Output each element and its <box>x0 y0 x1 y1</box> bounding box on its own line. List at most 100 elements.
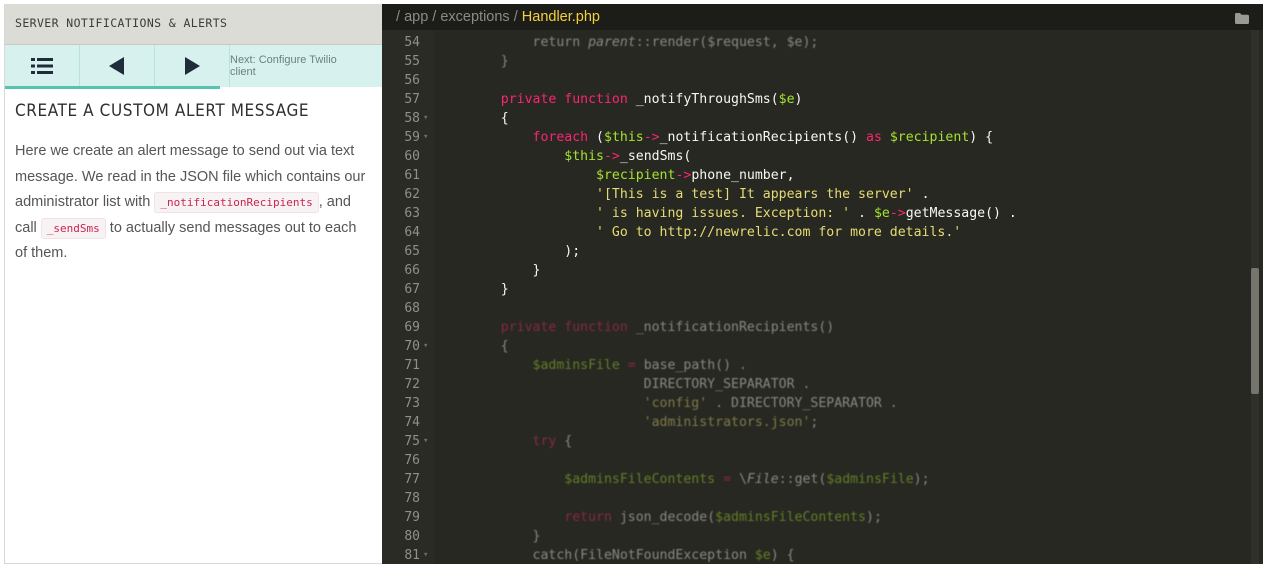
code-token: $adminsFile <box>826 472 914 487</box>
code-text: return parent::render($request, $e); <box>469 33 819 52</box>
code-line[interactable]: 78 <box>382 489 1263 508</box>
folder-icon[interactable] <box>1235 12 1249 28</box>
code-token: ::render($request, $e); <box>635 35 819 50</box>
line-number: 69 <box>404 320 420 335</box>
code-token: = <box>627 358 644 373</box>
code-line[interactable]: 70 ▾ { <box>382 337 1263 356</box>
fold-toggle-icon[interactable]: ▾ <box>423 546 428 564</box>
code-line[interactable]: 76 <box>382 451 1263 470</box>
line-number: 74 <box>404 415 420 430</box>
code-text: private function _notificationRecipients… <box>469 318 834 337</box>
triangle-right-icon <box>185 57 200 75</box>
code-text: ' Go to http://newrelic.com for more det… <box>469 223 961 242</box>
code-line[interactable]: 57 private function _notifyThroughSms($e… <box>382 90 1263 109</box>
code-line[interactable]: 81 ▾ catch(FileNotFoundException $e) { <box>382 546 1263 564</box>
code-token: $this <box>469 149 604 164</box>
code-text: ); <box>469 242 580 261</box>
code-token: $adminsFileContents <box>469 472 724 487</box>
code-text: $adminsFileContents = \File::get($admins… <box>469 470 930 489</box>
tutorial-nav: Next: Configure Twilio client <box>5 45 382 89</box>
code-token: $recipient <box>469 168 676 183</box>
code-token: _notificationRecipients() <box>659 130 867 145</box>
line-number: 67 <box>404 282 420 297</box>
code-token: return <box>469 510 620 525</box>
code-text: $this->_sendSms( <box>469 147 691 166</box>
code-area[interactable]: 54 return parent::render($request, $e); 5… <box>382 30 1263 564</box>
line-number: 63 <box>404 206 420 221</box>
code-token: } <box>469 263 541 278</box>
code-token: $e <box>778 92 795 107</box>
code-line[interactable]: 71 $adminsFile = base_path() . <box>382 356 1263 375</box>
code-token: ); <box>913 472 930 487</box>
line-number: 55 <box>404 54 420 69</box>
breadcrumb-dir-app[interactable]: app <box>404 9 428 25</box>
list-icon <box>31 58 53 74</box>
code-line[interactable]: 63 ' is having issues. Exception: ' . $e… <box>382 204 1263 223</box>
breadcrumb-dir-exceptions[interactable]: exceptions <box>440 9 509 25</box>
code-token: _notificationRecipients() <box>635 320 835 335</box>
line-number: 78 <box>404 491 420 506</box>
code-token: . DIRECTORY_SEPARATOR . <box>715 396 898 411</box>
code-token: ::get( <box>778 472 827 487</box>
code-text: { <box>469 337 509 356</box>
previous-step-button[interactable] <box>80 45 155 87</box>
vertical-scrollbar-thumb[interactable] <box>1251 268 1259 394</box>
tutorial-header: SERVER NOTIFICATIONS & ALERTS <box>5 4 382 45</box>
step-title: CREATE A CUSTOM ALERT MESSAGE <box>15 101 310 121</box>
code-token: as <box>866 130 890 145</box>
code-text: } <box>469 527 541 546</box>
code-line[interactable]: 80 } <box>382 527 1263 546</box>
breadcrumb-separator: / <box>396 9 405 25</box>
fold-toggle-icon[interactable]: ▾ <box>423 432 428 451</box>
code-token: _sendSms( <box>619 149 692 164</box>
line-number: 61 <box>404 168 420 183</box>
code-line[interactable]: 75 ▾ try { <box>382 432 1263 451</box>
code-line[interactable]: 67 } <box>382 280 1263 299</box>
line-number: 54 <box>404 35 420 50</box>
code-line[interactable]: 56 <box>382 71 1263 90</box>
code-line[interactable]: 79 return json_decode($adminsFileContent… <box>382 508 1263 527</box>
code-line[interactable]: 55 } <box>382 52 1263 71</box>
code-token: \ <box>738 472 747 487</box>
code-line[interactable]: 62 '[This is a test] It appears the serv… <box>382 185 1263 204</box>
code-line[interactable]: 74 'administrators.json'; <box>382 413 1263 432</box>
code-token: phone_number, <box>691 168 795 183</box>
code-line[interactable]: 66 } <box>382 261 1263 280</box>
code-line[interactable]: 60 $this->_sendSms( <box>382 147 1263 166</box>
code-token: -> <box>889 206 906 221</box>
code-token: foreach <box>469 130 597 145</box>
code-editor: / app / exceptions / Handler.php 54 retu… <box>382 4 1263 564</box>
code-token: base_path() . <box>643 358 747 373</box>
code-text: { <box>469 109 509 128</box>
next-step-button[interactable] <box>155 45 230 87</box>
tutorial-progress-bar <box>5 86 220 89</box>
tutorial-panel: SERVER NOTIFICATIONS & ALERTS Next: Conf… <box>4 4 382 564</box>
code-line[interactable]: 77 $adminsFileContents = \File::get($adm… <box>382 470 1263 489</box>
breadcrumb-separator: / <box>428 9 441 25</box>
breadcrumb-file[interactable]: Handler.php <box>522 9 600 25</box>
code-line[interactable]: 59 ▾ foreach ($this->_notificationRecipie… <box>382 128 1263 147</box>
code-line[interactable]: 65 ); <box>382 242 1263 261</box>
code-line[interactable]: 69 private function _notificationRecipie… <box>382 318 1263 337</box>
code-line[interactable]: 54 return parent::render($request, $e); <box>382 33 1263 52</box>
code-token: $e <box>873 206 890 221</box>
code-line[interactable]: 72 DIRECTORY_SEPARATOR . <box>382 375 1263 394</box>
code-line[interactable]: 73 'config' . DIRECTORY_SEPARATOR . <box>382 394 1263 413</box>
code-text: return json_decode($adminsFileContents); <box>469 508 882 527</box>
code-line[interactable]: 64 ' Go to http://newrelic.com for more … <box>382 223 1263 242</box>
code-token: ) { <box>770 548 795 563</box>
code-token: . <box>921 187 930 202</box>
next-step-link[interactable]: Next: Configure Twilio client <box>230 45 382 87</box>
fold-toggle-icon[interactable]: ▾ <box>423 109 428 128</box>
code-token: { <box>469 111 509 126</box>
code-line[interactable]: 61 $recipient->phone_number, <box>382 166 1263 185</box>
fold-toggle-icon[interactable]: ▾ <box>423 128 428 147</box>
menu-button[interactable] <box>5 45 80 87</box>
line-number: 59 <box>404 130 420 145</box>
fold-toggle-icon[interactable]: ▾ <box>423 337 428 356</box>
code-token: catch(FileNotFoundException <box>469 548 755 563</box>
line-number: 75 <box>404 434 420 449</box>
code-line[interactable]: 58 ▾ { <box>382 109 1263 128</box>
code-line[interactable]: 68 <box>382 299 1263 318</box>
line-number: 77 <box>404 472 420 487</box>
